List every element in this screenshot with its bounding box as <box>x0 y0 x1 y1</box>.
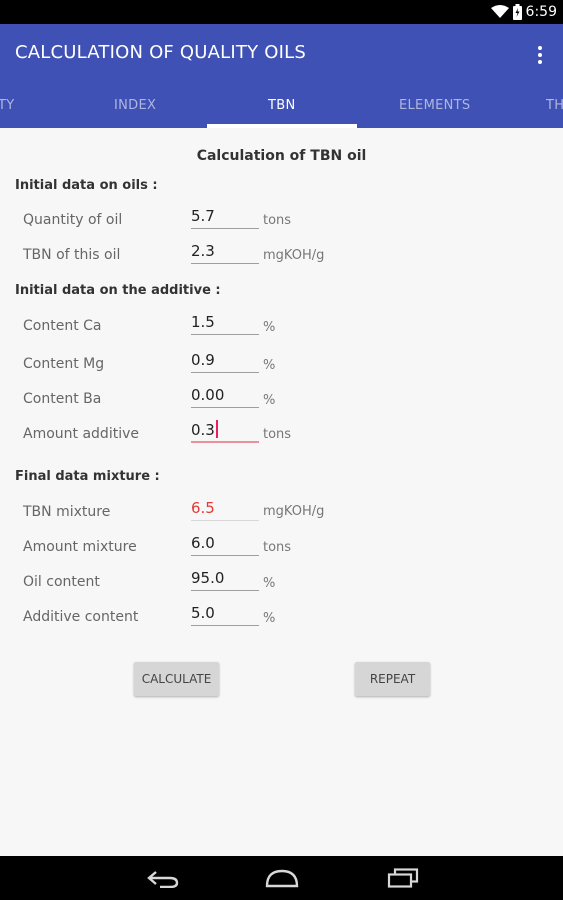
tbn-oil-field[interactable]: 2.3 <box>191 240 259 264</box>
status-bar: 6:59 <box>0 0 563 24</box>
ba-label: Content Ba <box>23 391 102 407</box>
amount-additive-unit: tons <box>263 427 292 442</box>
quantity-unit: tons <box>263 213 292 228</box>
wifi-icon <box>490 5 509 18</box>
oil-content-unit: % <box>263 576 276 591</box>
additive-content-field[interactable]: 5.0 <box>191 602 259 626</box>
tbn-mixture-field: 6.5 <box>191 497 259 521</box>
tbn-oil-label: TBN of this oil <box>23 247 121 263</box>
ca-unit: % <box>263 320 276 335</box>
tab-elements[interactable]: ELEMENTS <box>399 98 470 113</box>
back-icon[interactable] <box>146 868 180 888</box>
amount-mixture-unit: tons <box>263 540 292 555</box>
tbn-mixture-unit: mgKOH/g <box>263 504 325 519</box>
tab-tbn[interactable]: TBN <box>268 98 295 113</box>
text-cursor <box>215 420 218 438</box>
repeat-button[interactable]: REPEAT <box>355 662 430 696</box>
amount-mixture-field[interactable]: 6.0 <box>191 532 259 556</box>
mg-unit: % <box>263 358 276 373</box>
battery-icon <box>512 4 522 20</box>
amount-additive-value: 0.3 <box>191 421 215 439</box>
app-bar: CALCULATION OF QUALITY OILS <box>0 24 563 86</box>
mg-label: Content Mg <box>23 356 105 372</box>
section-additive: Initial data on the additive : <box>15 283 221 298</box>
status-icons: 6:59 <box>490 3 557 21</box>
oil-content-label: Oil content <box>23 574 100 590</box>
additive-content-label: Additive content <box>23 609 139 625</box>
section-final: Final data mixture : <box>15 469 160 484</box>
tab-partial-left[interactable]: TY <box>0 98 14 113</box>
overflow-menu-icon[interactable] <box>535 40 545 70</box>
ba-unit: % <box>263 393 276 408</box>
ca-field[interactable]: 1.5 <box>191 311 259 335</box>
tbn-mixture-label: TBN mixture <box>23 504 111 520</box>
quantity-label: Quantity of oil <box>23 212 123 228</box>
tbn-form: Calculation of TBN oil Initial data on o… <box>0 128 563 856</box>
tab-index[interactable]: INDEX <box>114 98 156 113</box>
quantity-field[interactable]: 5.7 <box>191 205 259 229</box>
amount-additive-field[interactable]: 0.3 <box>191 419 259 443</box>
navigation-bar <box>0 856 563 900</box>
app-title: CALCULATION OF QUALITY OILS <box>15 42 306 63</box>
calculate-button[interactable]: CALCULATE <box>134 662 219 696</box>
tab-partial-right[interactable]: TH <box>546 98 563 113</box>
ca-label: Content Ca <box>23 318 102 334</box>
additive-content-unit: % <box>263 611 276 626</box>
amount-additive-label: Amount additive <box>23 426 139 442</box>
amount-mixture-label: Amount mixture <box>23 539 137 555</box>
tab-bar: TY INDEX TBN ELEMENTS TH <box>0 86 563 128</box>
tbn-oil-unit: mgKOH/g <box>263 248 325 263</box>
mg-field[interactable]: 0.9 <box>191 349 259 373</box>
section-oils: Initial data on oils : <box>15 178 158 193</box>
status-time: 6:59 <box>525 4 557 20</box>
form-title: Calculation of TBN oil <box>196 148 367 164</box>
recent-apps-icon[interactable] <box>387 868 419 888</box>
ba-field[interactable]: 0.00 <box>191 384 259 408</box>
oil-content-field[interactable]: 95.0 <box>191 567 259 591</box>
home-icon[interactable] <box>264 868 300 888</box>
